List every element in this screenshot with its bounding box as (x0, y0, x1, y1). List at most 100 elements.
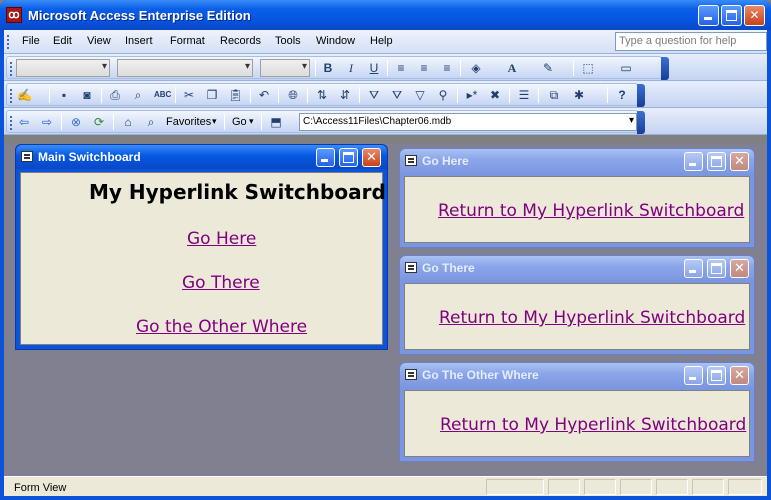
minimize-button[interactable] (684, 152, 703, 171)
toolbar-options-icon[interactable] (637, 111, 645, 134)
align-left-icon[interactable]: ≡ (394, 61, 408, 75)
filter-by-selection-icon[interactable]: ⛛ (367, 88, 381, 102)
go-there-title-bar[interactable]: Go There ✕ (400, 256, 754, 280)
back-icon[interactable]: ⇦ (17, 115, 31, 129)
toolbar-options-icon[interactable] (661, 57, 669, 80)
menu-help[interactable]: Help (370, 35, 393, 47)
line-color-icon[interactable]: ✎ (541, 61, 555, 75)
bold-icon[interactable]: B (321, 61, 335, 75)
font-size-combo[interactable] (260, 59, 310, 77)
menu-window[interactable]: Window (316, 35, 355, 47)
cut-icon[interactable]: ✂ (182, 88, 196, 102)
stop-icon[interactable]: ⊗ (69, 115, 83, 129)
address-combo[interactable]: C:\Access11Files\Chapter06.mdb (299, 113, 637, 131)
go-other-where-window[interactable]: Go The Other Where ✕ Return to My Hyperl… (399, 362, 755, 462)
maximize-button[interactable] (707, 152, 726, 171)
close-button[interactable]: ✕ (730, 366, 749, 385)
line-width-icon[interactable]: ▭ (619, 61, 633, 75)
copy-icon[interactable]: ❐ (205, 88, 219, 102)
align-right-icon[interactable]: ≡ (440, 61, 454, 75)
minimize-button[interactable] (684, 259, 703, 278)
forward-icon[interactable]: ⇨ (40, 115, 54, 129)
help-question-input[interactable]: Type a question for help (615, 32, 767, 51)
go-there-window[interactable]: Go There ✕ Return to My Hyperlink Switch… (399, 255, 755, 355)
spelling-icon[interactable]: ABC (154, 88, 171, 102)
favorites-menu[interactable]: Favorites (166, 116, 211, 128)
menu-view[interactable]: View (87, 35, 111, 47)
filter-by-form-icon[interactable]: ⛛ (390, 88, 404, 102)
undo-icon[interactable]: ↶ (257, 88, 271, 102)
menu-format[interactable]: Format (170, 35, 205, 47)
grip-icon[interactable] (10, 89, 13, 103)
go-dropdown-icon[interactable]: ▾ (249, 116, 254, 127)
print-preview-icon[interactable]: ⌕ (131, 88, 145, 102)
search-web-icon[interactable]: ⌕ (144, 115, 158, 129)
return-to-switchboard-link[interactable]: Return to My Hyperlink Switchboard (440, 415, 746, 435)
insert-hyperlink-icon[interactable]: 🌐︎ (286, 88, 300, 102)
print-icon[interactable]: ⎙ (108, 88, 122, 102)
apply-filter-icon[interactable]: ▽ (413, 88, 427, 102)
font-combo[interactable] (117, 59, 253, 77)
align-center-icon[interactable]: ≡ (417, 61, 431, 75)
maximize-button[interactable] (721, 5, 742, 26)
maximize-button[interactable] (707, 259, 726, 278)
paste-icon[interactable]: 📋︎ (228, 88, 243, 102)
go-here-link[interactable]: Go Here (187, 229, 256, 249)
fill-color-icon[interactable]: ◈ (469, 61, 483, 75)
go-menu[interactable]: Go (232, 116, 247, 128)
refresh-icon[interactable]: ⟳ (92, 115, 106, 129)
minimize-button[interactable] (316, 148, 335, 167)
maximize-button[interactable] (707, 366, 726, 385)
form-icon[interactable] (405, 155, 417, 166)
save-icon[interactable]: ▪ (57, 88, 71, 102)
go-here-window[interactable]: Go Here ✕ Return to My Hyperlink Switchb… (399, 148, 755, 248)
menu-edit[interactable]: Edit (53, 35, 72, 47)
go-the-other-where-link[interactable]: Go the Other Where (136, 317, 307, 337)
close-button[interactable]: ✕ (744, 5, 765, 26)
go-there-link[interactable]: Go There (182, 273, 260, 293)
grip-icon[interactable] (10, 116, 13, 130)
object-combo[interactable] (16, 59, 110, 77)
new-record-icon[interactable]: ▸* (465, 88, 479, 102)
toolbar-options-icon[interactable] (637, 84, 645, 107)
delete-record-icon[interactable]: ✖ (488, 88, 502, 102)
menu-file[interactable]: File (22, 35, 40, 47)
favorites-dropdown-icon[interactable]: ▾ (212, 116, 217, 127)
title-bar[interactable]: ꝏ Microsoft Access Enterprise Edition ✕ (0, 0, 771, 30)
sort-descending-icon[interactable]: ⇵ (338, 88, 352, 102)
close-button[interactable]: ✕ (730, 152, 749, 171)
menu-tools[interactable]: Tools (275, 35, 301, 47)
font-color-icon[interactable]: A (505, 61, 519, 75)
form-icon[interactable] (21, 151, 33, 162)
home-icon[interactable]: ⌂ (121, 115, 135, 129)
return-to-switchboard-link[interactable]: Return to My Hyperlink Switchboard (438, 201, 744, 221)
help-icon[interactable]: ? (615, 88, 629, 102)
border-style-icon[interactable]: ⬚ (581, 61, 595, 75)
sort-ascending-icon[interactable]: ⇅ (315, 88, 329, 102)
main-switchboard-window[interactable]: Main Switchboard ✕ My Hyperlink Switchbo… (15, 144, 388, 350)
view-design-icon[interactable]: ✍ (17, 88, 32, 102)
file-search-icon[interactable]: ◙ (80, 88, 94, 102)
minimize-button[interactable] (684, 366, 703, 385)
maximize-button[interactable] (339, 148, 358, 167)
properties-icon[interactable]: ☰ (517, 88, 531, 102)
main-switchboard-title-bar[interactable]: Main Switchboard ✕ (16, 145, 387, 169)
close-button[interactable]: ✕ (362, 148, 381, 167)
grip-icon[interactable] (10, 62, 13, 76)
database-window-icon[interactable]: ⧉ (547, 88, 561, 102)
form-icon[interactable] (405, 262, 417, 273)
access-key-icon[interactable]: ꝏ (6, 7, 22, 23)
menu-records[interactable]: Records (220, 35, 261, 47)
find-icon[interactable]: ⚲ (436, 88, 450, 102)
form-icon[interactable] (405, 369, 417, 380)
grip-icon[interactable] (7, 35, 10, 49)
go-other-where-title-bar[interactable]: Go The Other Where ✕ (400, 363, 754, 387)
minimize-button[interactable] (698, 5, 719, 26)
return-to-switchboard-link[interactable]: Return to My Hyperlink Switchboard (439, 308, 745, 328)
new-object-icon[interactable]: ✱ (572, 88, 586, 102)
show-only-web-toolbar-icon[interactable]: ⬒ (269, 115, 283, 129)
go-here-title-bar[interactable]: Go Here ✕ (400, 149, 754, 173)
italic-icon[interactable]: I (344, 61, 358, 75)
menu-insert[interactable]: Insert (125, 35, 153, 47)
close-button[interactable]: ✕ (730, 259, 749, 278)
